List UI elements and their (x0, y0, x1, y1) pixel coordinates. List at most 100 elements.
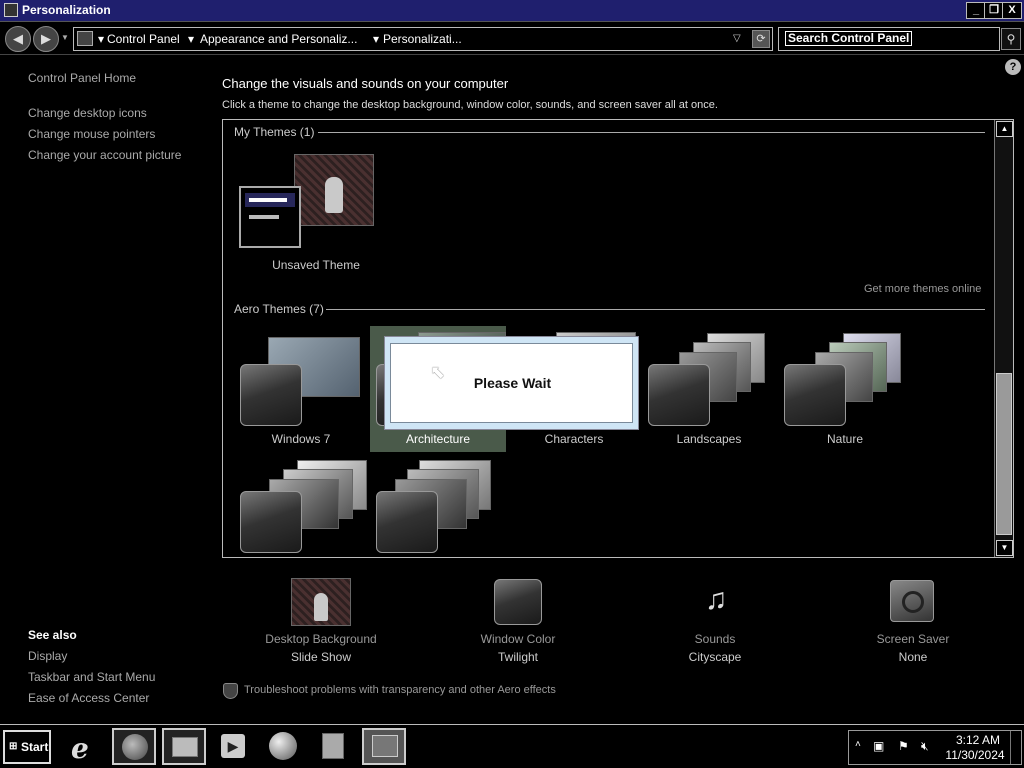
help-icon[interactable]: ? (1005, 59, 1021, 75)
windows-media-center-icon[interactable] (262, 728, 306, 765)
control-panel-home-link[interactable]: Control Panel Home (28, 71, 136, 85)
display-link[interactable]: Display (28, 649, 67, 663)
no-symbol-icon (902, 591, 924, 613)
address-bar[interactable]: ▾ Control Panel ▾ Appearance and Persona… (73, 27, 773, 51)
scrollbar-thumb[interactable] (996, 373, 1012, 535)
ease-of-access-link[interactable]: Ease of Access Center (28, 691, 149, 705)
search-box[interactable]: Search Control Panel (778, 27, 1000, 51)
breadcrumb-control-panel[interactable]: Control Panel (107, 32, 180, 46)
shield-icon (223, 683, 238, 699)
preview-line (249, 198, 287, 202)
restore-button[interactable]: ❐ (984, 2, 1004, 19)
search-icon[interactable]: ⚲ (1001, 28, 1021, 50)
theme-united-states[interactable] (371, 456, 503, 557)
screen-saver-setting[interactable]: Screen Saver None (843, 578, 983, 674)
see-also-heading: See also (28, 628, 77, 642)
preview-line (249, 215, 279, 219)
setting-label: Desktop Background (265, 632, 377, 646)
file-explorer-icon[interactable] (162, 728, 206, 765)
clock-date[interactable]: 11/30/2024 (940, 748, 1010, 762)
theme-scenes[interactable] (235, 456, 367, 557)
preview-titlebar (245, 193, 295, 207)
breadcrumb-separator-icon[interactable]: ▾ (188, 32, 194, 46)
start-label: Start (21, 740, 49, 754)
breadcrumb-separator-icon[interactable]: ▾ (98, 32, 104, 46)
desktop-background-icon (291, 578, 351, 626)
desktop-background-setting[interactable]: Desktop Background Slide Show (251, 578, 391, 674)
change-desktop-icons-link[interactable]: Change desktop icons (28, 106, 147, 120)
theme-list-scrollbar[interactable]: ▲ ▼ (994, 120, 1013, 557)
skull-figure-icon (314, 593, 328, 621)
minimize-button[interactable]: _ (966, 2, 986, 19)
refresh-icon[interactable]: ⟳ (752, 30, 770, 48)
get-more-themes-link[interactable]: Get more themes online (864, 283, 981, 295)
network-icon[interactable]: ▣ (873, 739, 884, 753)
media-player-icon[interactable]: ▶ (212, 728, 256, 765)
theme-label: Windows 7 (271, 432, 331, 446)
control-panel-icon (77, 31, 93, 46)
scroll-up-icon[interactable]: ▲ (996, 121, 1013, 137)
forward-button[interactable]: ▶ (33, 26, 59, 52)
personalization-app-icon (4, 3, 18, 17)
scroll-down-icon[interactable]: ▼ (996, 540, 1013, 556)
setting-value: Slide Show (290, 650, 352, 664)
troubleshoot-link[interactable]: Troubleshoot problems with transparency … (244, 684, 556, 696)
theme-unsaved[interactable]: Unsaved Theme (237, 152, 374, 272)
window-color-setting[interactable]: Window Color Twilight (448, 578, 588, 674)
firefox-icon[interactable] (112, 728, 156, 765)
address-dropdown-icon[interactable]: ▽ (733, 33, 741, 44)
start-button[interactable]: ⊞ Start (3, 730, 51, 764)
setting-value: Cityscape (688, 650, 742, 664)
window-color-preview (240, 364, 302, 426)
page-title: Change the visuals and sounds on your co… (222, 76, 509, 91)
folder-icon (172, 737, 198, 757)
group-divider (326, 309, 985, 310)
clock-time[interactable]: 3:12 AM (948, 733, 1008, 747)
my-themes-group-title: My Themes (1) (234, 125, 315, 139)
back-button[interactable]: ◀ (5, 26, 31, 52)
globe-icon (122, 734, 148, 760)
theme-label: Nature (826, 432, 864, 446)
sounds-setting[interactable]: ♫ Sounds Cityscape (645, 578, 785, 674)
taskbar: ⊞ Start e ▶ ˄ ▣ ⚑ 🔇︎ 3:12 AM 11/30/2024 (0, 724, 1024, 768)
window-color-preview (239, 186, 301, 248)
change-mouse-pointers-link[interactable]: Change mouse pointers (28, 127, 155, 141)
action-center-flag-icon[interactable]: ⚑ (898, 739, 909, 753)
close-button[interactable]: X (1002, 2, 1022, 19)
ie-letter-icon: e (71, 732, 89, 765)
recent-pages-chevron-icon[interactable]: ▼ (61, 33, 69, 42)
theme-label: Architecture (405, 432, 471, 446)
breadcrumb-appearance[interactable]: Appearance and Personaliz... (200, 32, 357, 46)
device-icon (322, 733, 344, 759)
volume-muted-icon[interactable]: 🔇︎ (921, 739, 929, 754)
theme-windows-7[interactable]: Windows 7 (235, 328, 367, 452)
control-panel-icon (372, 735, 398, 757)
search-input[interactable]: Search Control Panel (785, 31, 913, 46)
theme-nature[interactable]: Nature (779, 328, 911, 452)
breadcrumb-separator-icon[interactable]: ▾ (373, 32, 379, 46)
breadcrumb-personalization[interactable]: Personalizati... (383, 32, 462, 46)
window-color-preview (240, 491, 302, 553)
sounds-icon: ♫ (704, 583, 728, 616)
device-stage-icon[interactable] (312, 728, 356, 765)
setting-label: Sounds (694, 632, 736, 646)
theme-label: Characters (544, 432, 604, 446)
taskbar-start-menu-link[interactable]: Taskbar and Start Menu (28, 670, 155, 684)
theme-background-thumbnail (294, 154, 374, 226)
show-desktop-button[interactable] (1010, 731, 1022, 764)
media-center-orb-icon (269, 732, 297, 760)
group-divider (318, 132, 985, 133)
skull-figure-icon (325, 177, 343, 213)
theme-label: Landscapes (676, 432, 742, 446)
please-wait-text: Please Wait (473, 375, 552, 391)
theme-landscapes[interactable]: Landscapes (643, 328, 775, 452)
dialog-content: Please Wait (390, 343, 633, 423)
change-account-picture-link[interactable]: Change your account picture (28, 148, 181, 162)
internet-explorer-icon[interactable]: e (63, 728, 107, 765)
please-wait-dialog: Please Wait (384, 336, 639, 430)
personalization-taskbar-button[interactable] (362, 728, 406, 765)
window-color-preview (784, 364, 846, 426)
window-color-preview (376, 491, 438, 553)
setting-value: Twilight (497, 650, 538, 664)
show-hidden-icons-icon[interactable]: ˄ (855, 739, 861, 750)
